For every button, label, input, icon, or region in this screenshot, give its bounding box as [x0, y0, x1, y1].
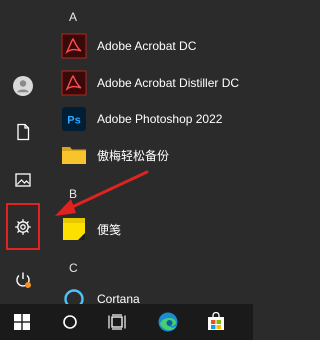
- store-icon: [208, 312, 224, 330]
- search-button[interactable]: [50, 304, 90, 340]
- taskbar: [0, 304, 253, 340]
- windows-start-icon: [14, 314, 30, 330]
- edge-icon: [158, 312, 178, 332]
- edge-button[interactable]: [148, 304, 188, 340]
- task-view-icon: [108, 314, 126, 330]
- store-button[interactable]: [196, 304, 236, 340]
- search-icon: [63, 315, 77, 329]
- task-view-button[interactable]: [97, 304, 137, 340]
- start-button[interactable]: [2, 304, 42, 340]
- annotation-arrow: [55, 170, 149, 216]
